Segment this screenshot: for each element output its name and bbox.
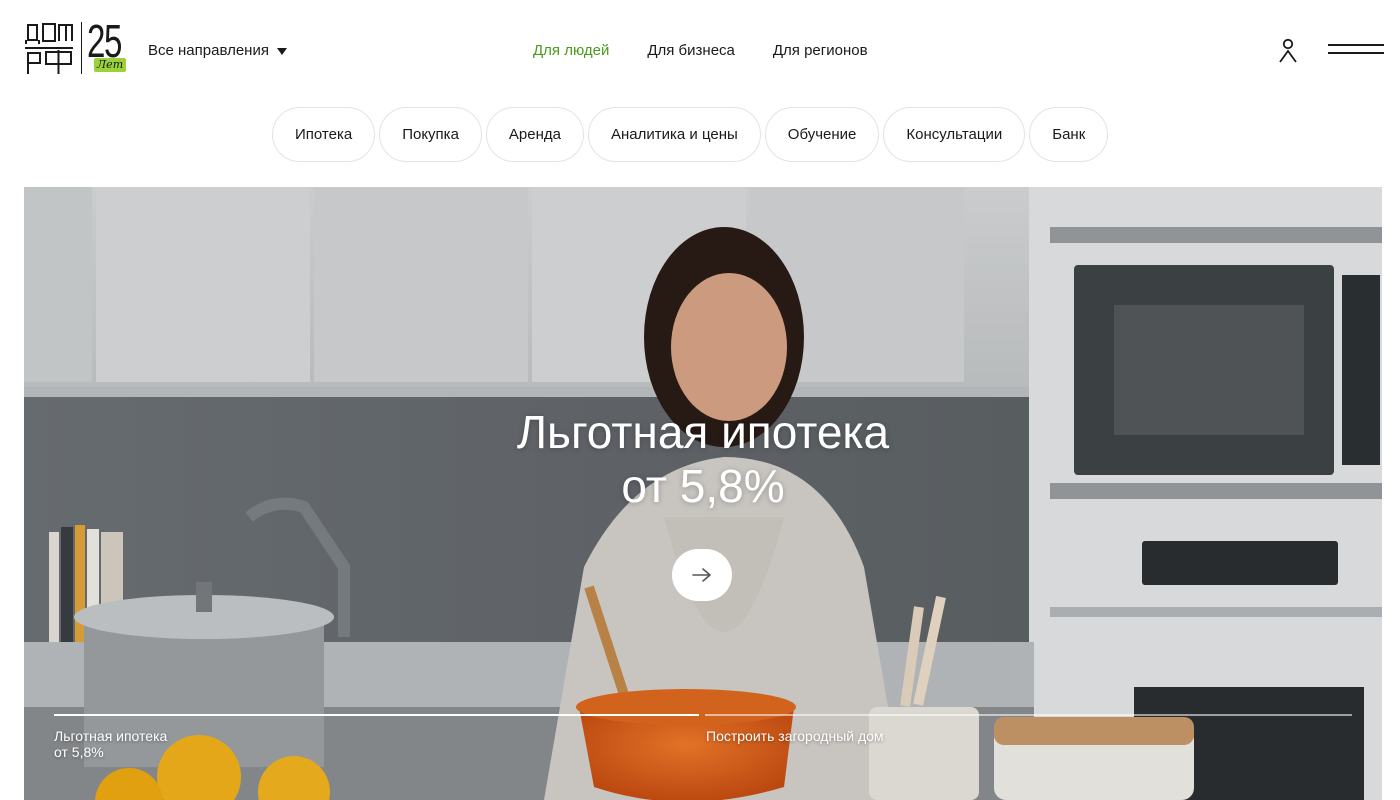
category-tabs: Ипотека Покупка Аренда Аналитика и цены … <box>272 107 1109 162</box>
slide-tab-1[interactable]: Льготная ипотека от 5,8% <box>54 728 254 760</box>
slide-tab-2-line1: Построить загородный дом <box>706 728 884 744</box>
tab-education[interactable]: Обучение <box>764 107 880 162</box>
logo-anniversary-badge: Лет <box>94 58 127 72</box>
tab-mortgage[interactable]: Ипотека <box>272 107 376 162</box>
audience-link-people[interactable]: Для людей <box>533 41 609 61</box>
slide-tab-1-line2: от 5,8% <box>54 744 104 760</box>
hero-title: Льготная ипотека от 5,8% <box>24 405 1382 513</box>
audience-link-regions[interactable]: Для регионов <box>773 41 868 61</box>
audience-nav: Для людей Для бизнеса Для регионов <box>533 41 868 61</box>
tab-consultations[interactable]: Консультации <box>883 107 1026 162</box>
dom-rf-logo-mark <box>25 23 73 74</box>
user-icon[interactable] <box>1278 38 1298 64</box>
all-directions-dropdown[interactable]: Все направления <box>148 41 287 61</box>
arrow-right-icon <box>692 568 711 582</box>
audience-link-business[interactable]: Для бизнеса <box>647 41 735 61</box>
tab-analytics[interactable]: Аналитика и цены <box>588 107 761 162</box>
hamburger-menu-icon[interactable] <box>1328 44 1384 58</box>
site-header: 25 Лет Все направления Для людей Для биз… <box>0 0 1400 100</box>
all-directions-label: Все направления <box>148 42 269 59</box>
caret-down-icon <box>276 48 287 55</box>
dom-rf-logo[interactable]: 25 Лет <box>24 18 128 78</box>
tab-bank[interactable]: Банк <box>1029 107 1109 162</box>
tab-rent[interactable]: Аренда <box>485 107 584 162</box>
logo-divider <box>81 22 82 74</box>
slide-progress-2 <box>705 714 1352 716</box>
slide-progress-1 <box>54 714 699 716</box>
hero-title-line2: от 5,8% <box>621 460 785 512</box>
slide-tab-2[interactable]: Построить загородный дом <box>706 728 884 744</box>
tab-purchase[interactable]: Покупка <box>379 107 482 162</box>
hero-arrow-button[interactable] <box>672 549 732 601</box>
hero-title-line1: Льготная ипотека <box>516 406 890 458</box>
hero-banner[interactable]: Льготная ипотека от 5,8% Льготная ипотек… <box>24 187 1382 800</box>
slide-tab-1-line1: Льготная ипотека <box>54 728 168 744</box>
